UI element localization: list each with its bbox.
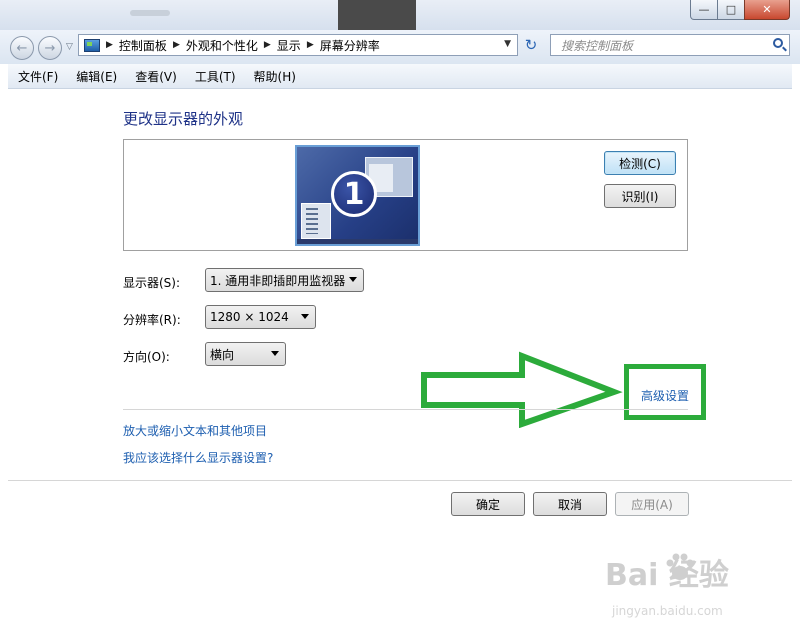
menu-file[interactable]: 文件(F) <box>8 68 66 85</box>
monitor-number-badge: 1 <box>331 171 377 217</box>
advanced-settings-link[interactable]: 高级设置 <box>641 387 689 404</box>
resolution-select[interactable]: 1280 × 1024 <box>205 305 316 329</box>
background-window-thumbnail <box>338 0 416 30</box>
identify-button[interactable]: 识别(I) <box>604 184 676 208</box>
breadcrumb-screen-resolution[interactable]: 屏幕分辨率 <box>320 37 380 54</box>
navigation-bar: ← → ▽ ▶ 控制面板 ▶ 外观和个性化 ▶ 显示 ▶ 屏幕分辨率 ▼ ↻ <box>0 30 800 64</box>
monitor-1-thumbnail[interactable]: 1 <box>295 145 420 246</box>
monitor-taskbar-preview <box>297 239 418 244</box>
display-select[interactable]: 1. 通用非即插即用监视器 <box>205 268 364 292</box>
chevron-down-icon <box>349 277 357 282</box>
resolution-select-value: 1280 × 1024 <box>210 310 289 324</box>
forward-button[interactable]: → <box>38 36 62 60</box>
cancel-button[interactable]: 取消 <box>533 492 607 516</box>
menu-bar: 文件(F) 编辑(E) 查看(V) 工具(T) 帮助(H) <box>8 64 792 89</box>
breadcrumb-control-panel[interactable]: 控制面板 <box>119 37 167 54</box>
breadcrumb-appearance[interactable]: 外观和个性化 <box>186 37 258 54</box>
chevron-down-icon <box>271 351 279 356</box>
control-panel-icon <box>84 38 100 52</box>
display-label: 显示器(S): <box>123 276 181 290</box>
display-settings-help-link[interactable]: 我应该选择什么显示器设置? <box>123 449 273 466</box>
footer-divider <box>8 480 792 481</box>
breadcrumb-separator-icon[interactable]: ▶ <box>106 40 113 50</box>
annotation-arrow-icon <box>421 351 623 428</box>
back-button[interactable]: ← <box>10 36 34 60</box>
orientation-select-value: 横向 <box>210 347 235 362</box>
apply-button[interactable]: 应用(A) <box>615 492 689 516</box>
refresh-icon: ↻ <box>524 36 538 54</box>
paw-icon <box>666 553 694 580</box>
monitor-window-preview <box>301 203 331 239</box>
breadcrumb-separator-icon[interactable]: ▶ <box>264 40 271 50</box>
address-dropdown-icon[interactable]: ▼ <box>504 39 511 49</box>
display-select-value: 1. 通用非即插即用监视器 <box>210 273 346 288</box>
breadcrumb-separator-icon[interactable]: ▶ <box>307 40 314 50</box>
minimize-button[interactable]: — <box>690 0 718 20</box>
close-button[interactable]: ✕ <box>744 0 790 20</box>
forward-arrow-icon: → <box>44 40 56 56</box>
address-bar[interactable]: ▶ 控制面板 ▶ 外观和个性化 ▶ 显示 ▶ 屏幕分辨率 ▼ <box>78 34 518 56</box>
detect-button[interactable]: 检测(C) <box>604 151 676 175</box>
ok-button[interactable]: 确定 <box>451 492 525 516</box>
page-title: 更改显示器的外观 <box>123 110 244 128</box>
menu-view[interactable]: 查看(V) <box>125 68 185 85</box>
breadcrumb-display[interactable]: 显示 <box>277 37 301 54</box>
section-divider <box>123 409 688 410</box>
text-size-link[interactable]: 放大或缩小文本和其他项目 <box>123 422 267 439</box>
recent-pages-dropdown-icon[interactable]: ▽ <box>66 42 73 52</box>
maximize-button[interactable]: □ <box>717 0 745 20</box>
window-title-bar: — □ ✕ <box>0 0 800 30</box>
menu-edit[interactable]: 编辑(E) <box>66 68 125 85</box>
orientation-select[interactable]: 横向 <box>205 342 286 366</box>
chevron-down-icon <box>301 314 309 319</box>
search-box[interactable] <box>550 34 790 56</box>
resolution-label: 分辨率(R): <box>123 313 181 327</box>
refresh-button[interactable]: ↻ <box>520 35 542 55</box>
title-bar-decoration <box>130 10 170 16</box>
orientation-label: 方向(O): <box>123 350 170 364</box>
menu-help[interactable]: 帮助(H) <box>244 68 304 85</box>
search-input[interactable] <box>559 36 763 56</box>
search-icon[interactable] <box>773 38 783 48</box>
menu-tools[interactable]: 工具(T) <box>185 68 244 85</box>
watermark-url: jingyan.baidu.com <box>612 604 723 618</box>
back-arrow-icon: ← <box>16 40 28 56</box>
breadcrumb-separator-icon[interactable]: ▶ <box>173 40 180 50</box>
